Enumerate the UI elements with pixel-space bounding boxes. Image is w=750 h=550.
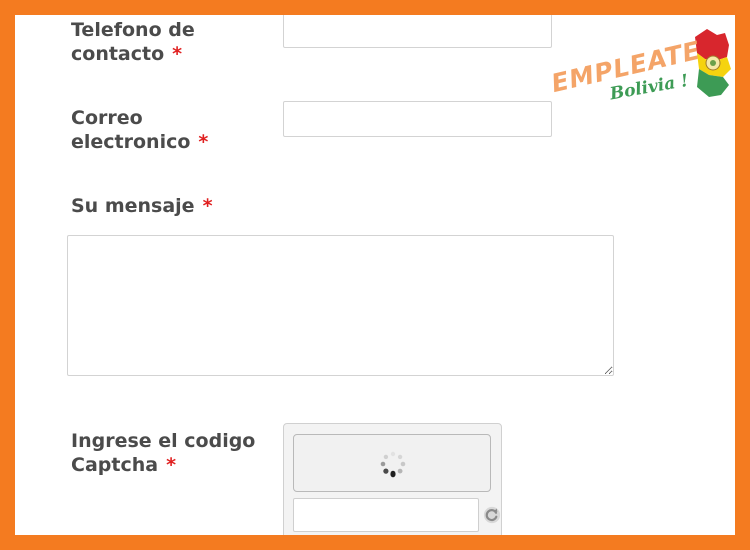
message-textarea[interactable] xyxy=(67,235,614,376)
captcha-image xyxy=(293,434,491,492)
email-required-mark: * xyxy=(198,131,209,153)
captcha-label-line1: Ingrese el codigo xyxy=(71,430,256,452)
email-label-line1: Correo xyxy=(71,107,143,129)
phone-label-line1: Telefono de xyxy=(71,19,195,41)
phone-input[interactable] xyxy=(283,15,552,48)
captcha-label: Ingrese el codigo Captcha * xyxy=(71,429,255,477)
message-label: Su mensaje * xyxy=(71,194,213,218)
message-label-text: Su mensaje xyxy=(71,195,195,217)
email-input[interactable] xyxy=(283,101,552,137)
empleate-bolivia-logo: EMPLEATE Bolivia ! xyxy=(549,29,731,101)
captcha-required-mark: * xyxy=(166,454,176,476)
captcha-input[interactable] xyxy=(293,498,479,532)
phone-label: Telefono de contacto * xyxy=(71,18,195,66)
phone-label-line2: contacto xyxy=(71,43,165,65)
message-required-mark: * xyxy=(202,195,213,217)
email-label-line2: electronico xyxy=(71,131,191,153)
refresh-icon[interactable] xyxy=(483,506,501,524)
captcha-widget xyxy=(283,423,502,535)
captcha-label-line2: Captcha xyxy=(71,454,159,476)
email-label: Correo electronico * xyxy=(71,106,208,154)
loading-spinner-icon xyxy=(380,451,406,478)
phone-required-mark: * xyxy=(172,43,183,65)
contact-form-panel: Telefono de contacto * Correo electronico… xyxy=(15,15,735,535)
